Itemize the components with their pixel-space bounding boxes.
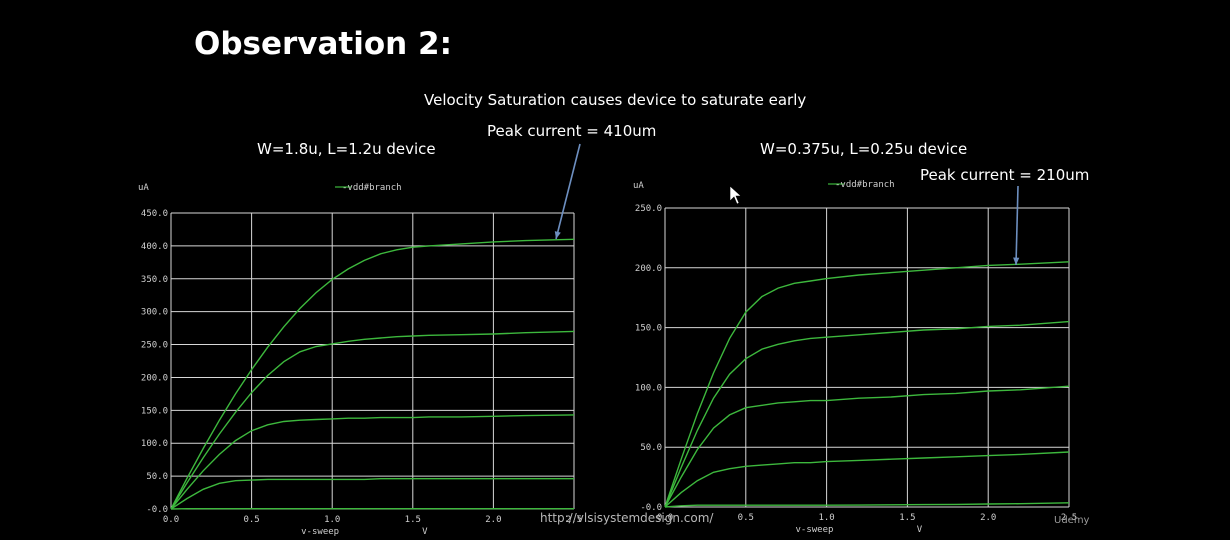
- left-peak-arrow: [555, 143, 581, 240]
- left-x-unit-label: V: [422, 527, 428, 537]
- left-y-tick-label: 450.0: [141, 209, 168, 219]
- left-series-line-4: [170, 478, 574, 510]
- right-x-axis-label: v-sweep: [796, 525, 834, 535]
- left-y-tick-label: 100.0: [141, 439, 168, 449]
- left-series-line-2: [170, 330, 575, 510]
- left-x-tick-label: 2.0: [485, 515, 501, 525]
- right-y-tick-label: 50.0: [640, 443, 662, 453]
- left-x-tick-label: 1.5: [405, 515, 421, 525]
- right-y-axis-label: uA: [633, 181, 644, 191]
- right-x-tick-label: 2.0: [980, 513, 996, 523]
- right-x-tick-label: 1.5: [899, 513, 915, 523]
- left-y-tick-label: 50.0: [146, 472, 168, 482]
- right-x-unit-label: V: [917, 525, 923, 535]
- left-y-tick-label: -0.0: [146, 505, 168, 515]
- left-y-tick-label: 400.0: [141, 242, 168, 252]
- left-y-tick-label: 300.0: [141, 308, 168, 318]
- left-series-line-3: [170, 414, 575, 510]
- left-x-tick-label: 0.5: [243, 515, 259, 525]
- left-y-tick-label: 200.0: [141, 373, 168, 383]
- left-y-axis-label: uA: [138, 183, 149, 193]
- left-y-tick-label: 150.0: [141, 406, 168, 416]
- right-y-tick-label: 150.0: [635, 324, 662, 334]
- left-series-line-1: [170, 238, 575, 510]
- left-y-tick-label: 350.0: [141, 275, 168, 285]
- right-series-line-5: [664, 502, 1070, 508]
- left-legend-label: -vdd#branch: [342, 183, 402, 193]
- udemy-logo: Udemy: [1054, 515, 1090, 526]
- chart-canvas: 0.0 0.5 1.0 1.5 2.0 2.5-0.050.0100.0150.0200.…: [138, 143, 1077, 537]
- right-peak-arrow: [1015, 185, 1019, 266]
- right-series-line-2: [664, 320, 1070, 508]
- left-y-tick-label: 250.0: [141, 341, 168, 351]
- left-x-tick-label: 1.0: [324, 515, 340, 525]
- left-x-tick-label: 0.0: [163, 515, 179, 525]
- right-series-line-4: [664, 451, 1070, 508]
- right-x-tick-label: 0.5: [738, 513, 754, 523]
- watermark-url: http://vlsisystemdesign.com/: [540, 511, 714, 525]
- left-x-axis-label: v-sweep: [301, 527, 339, 537]
- right-y-tick-label: 250.0: [635, 204, 662, 214]
- right-y-tick-label: 200.0: [635, 264, 662, 274]
- right-series-line-3: [664, 385, 1070, 508]
- right-legend-label: -vdd#branch: [835, 180, 895, 190]
- mouse-cursor-icon: [729, 185, 742, 205]
- right-y-tick-label: 100.0: [635, 383, 662, 393]
- right-x-tick-label: 1.0: [818, 513, 834, 523]
